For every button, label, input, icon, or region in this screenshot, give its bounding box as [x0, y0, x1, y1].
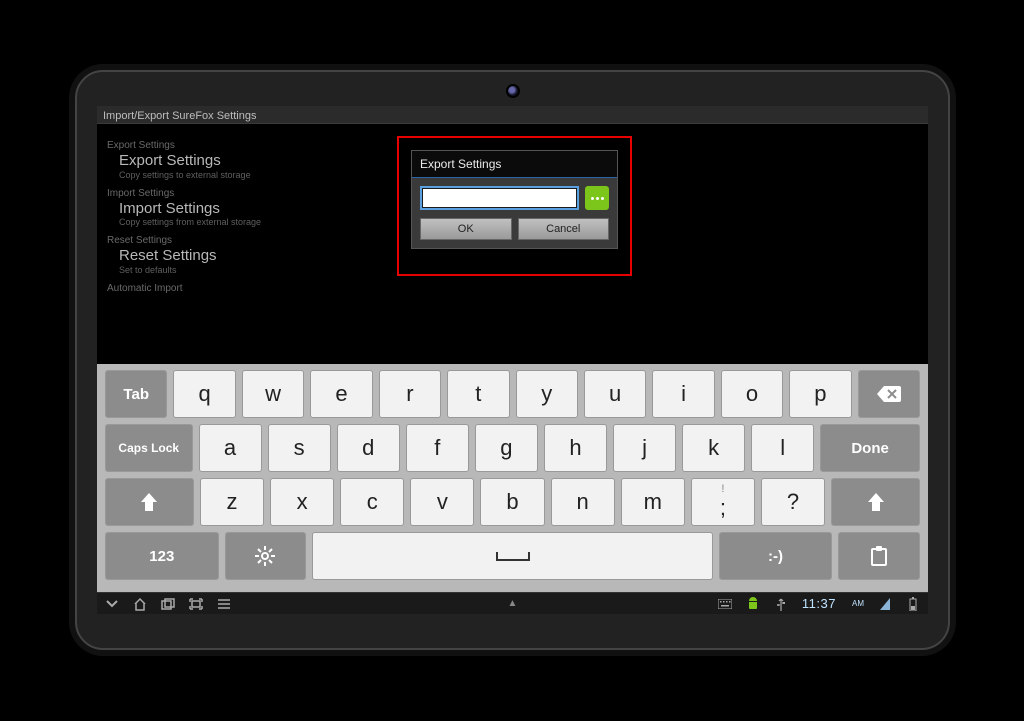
key-l[interactable]: l: [751, 424, 814, 472]
key-done[interactable]: Done: [820, 424, 920, 472]
dialog-button-row: OK Cancel: [412, 218, 617, 248]
status-keyboard-icon: [718, 597, 732, 611]
recent-apps-icon: [161, 598, 175, 610]
space-icon: [495, 550, 531, 562]
nav-back-button[interactable]: [105, 597, 119, 611]
key-settings[interactable]: [225, 532, 307, 580]
screen: Import/Export SureFox Settings Export Se…: [97, 106, 928, 614]
gear-icon: [255, 546, 275, 566]
key-n[interactable]: n: [551, 478, 615, 526]
key-shift-right[interactable]: [831, 478, 920, 526]
status-android-icon: [746, 597, 760, 611]
key-o[interactable]: o: [721, 370, 783, 418]
status-clock: 11:37: [802, 596, 836, 611]
key-g[interactable]: g: [475, 424, 538, 472]
key-alt-label: !: [721, 483, 724, 495]
key-symbols[interactable]: 123: [105, 532, 219, 580]
key-h[interactable]: h: [544, 424, 607, 472]
backspace-icon: [877, 386, 901, 402]
status-clock-ampm: AM: [852, 599, 864, 608]
key-w[interactable]: w: [242, 370, 304, 418]
key-semicolon[interactable]: ! ;: [691, 478, 755, 526]
nav-recent-button[interactable]: [161, 597, 175, 611]
key-backspace[interactable]: [858, 370, 920, 418]
status-battery-icon: [906, 597, 920, 611]
key-a[interactable]: a: [199, 424, 262, 472]
key-b[interactable]: b: [480, 478, 544, 526]
capture-icon: [189, 598, 203, 610]
key-d[interactable]: d: [337, 424, 400, 472]
app-title: Import/Export SureFox Settings: [103, 110, 256, 122]
key-c[interactable]: c: [340, 478, 404, 526]
browse-button[interactable]: [585, 186, 609, 210]
home-icon: [133, 597, 147, 611]
key-y[interactable]: y: [516, 370, 578, 418]
key-v[interactable]: v: [410, 478, 474, 526]
section-header: Automatic Import: [107, 283, 507, 294]
nav-menu-button[interactable]: [217, 597, 231, 611]
key-tab[interactable]: Tab: [105, 370, 167, 418]
export-settings-dialog: Export Settings OK Cancel: [411, 150, 618, 249]
menu-icon: [217, 599, 231, 609]
ellipsis-icon: [591, 197, 604, 200]
dialog-title: Export Settings: [412, 151, 617, 178]
key-shift-left[interactable]: [105, 478, 194, 526]
setting-title: Reset Settings: [119, 248, 507, 265]
reset-settings-item[interactable]: Reset Settings Set to defaults: [119, 248, 507, 275]
key-e[interactable]: e: [310, 370, 372, 418]
on-screen-keyboard: Tab q w e r t y u i o p Caps Lock a s d: [97, 364, 928, 592]
key-f[interactable]: f: [406, 424, 469, 472]
nav-screenshot-button[interactable]: [189, 597, 203, 611]
key-i[interactable]: i: [652, 370, 714, 418]
key-q[interactable]: q: [173, 370, 235, 418]
key-z[interactable]: z: [200, 478, 264, 526]
shift-up-icon: [868, 493, 884, 511]
key-space[interactable]: [312, 532, 712, 580]
key-question[interactable]: ?: [761, 478, 825, 526]
dialog-body: [412, 178, 617, 218]
cancel-button[interactable]: Cancel: [518, 218, 610, 240]
key-u[interactable]: u: [584, 370, 646, 418]
key-s[interactable]: s: [268, 424, 331, 472]
tablet-frame: Import/Export SureFox Settings Export Se…: [75, 70, 950, 650]
key-emoji[interactable]: :-): [719, 532, 833, 580]
key-x[interactable]: x: [270, 478, 334, 526]
system-navigation-bar: ▲ 11:37 AM: [97, 592, 928, 614]
export-path-input[interactable]: [420, 186, 579, 210]
chevron-down-icon: [106, 598, 118, 610]
key-r[interactable]: r: [379, 370, 441, 418]
key-caps-lock[interactable]: Caps Lock: [105, 424, 193, 472]
front-camera: [508, 86, 518, 96]
nav-home-button[interactable]: [133, 597, 147, 611]
setting-subtitle: Set to defaults: [119, 265, 507, 275]
key-attachment[interactable]: [838, 532, 920, 580]
key-m[interactable]: m: [621, 478, 685, 526]
key-t[interactable]: t: [447, 370, 509, 418]
ok-button[interactable]: OK: [420, 218, 512, 240]
key-p[interactable]: p: [789, 370, 851, 418]
clipboard-icon: [870, 546, 888, 566]
expand-notifications-icon[interactable]: ▲: [508, 598, 518, 609]
status-usb-icon: [774, 597, 788, 611]
key-k[interactable]: k: [682, 424, 745, 472]
key-j[interactable]: j: [613, 424, 676, 472]
app-title-bar: Import/Export SureFox Settings: [97, 106, 928, 124]
shift-up-icon: [141, 493, 157, 511]
status-signal-icon: [878, 597, 892, 611]
